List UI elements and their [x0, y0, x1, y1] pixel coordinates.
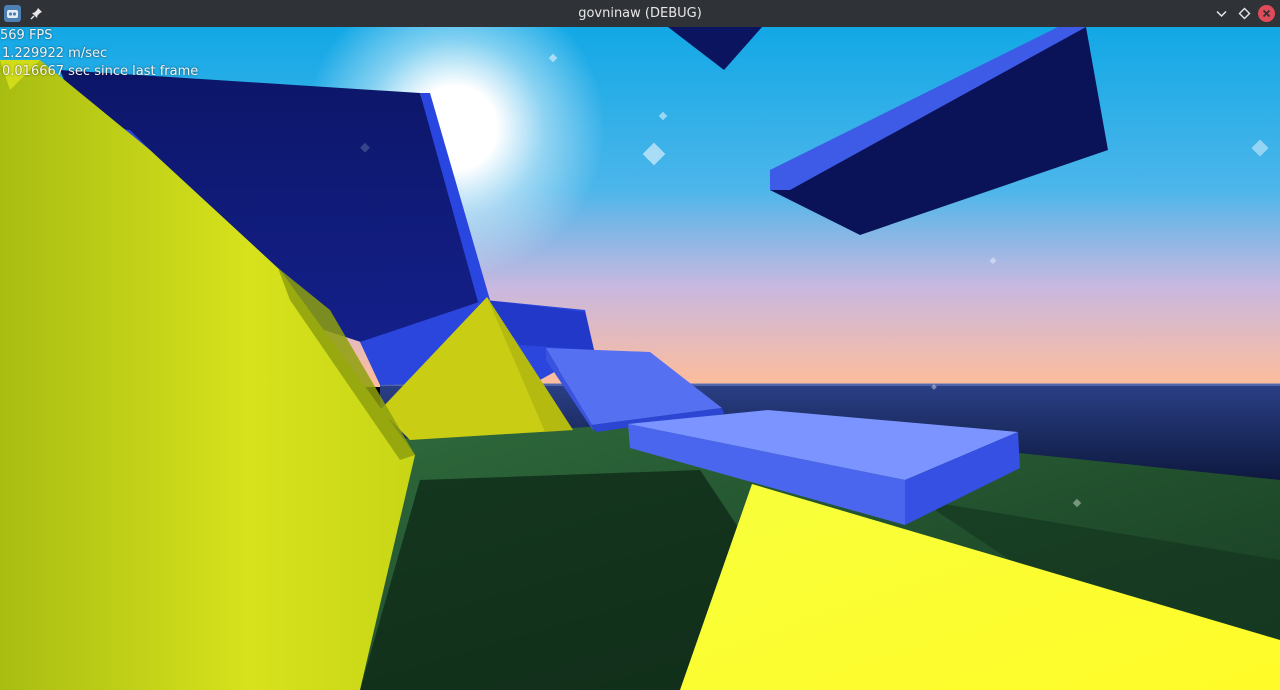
speed-readout: 1.229922 m/sec — [2, 46, 108, 61]
game-scene — [0, 27, 1280, 690]
chevron-down-icon[interactable] — [1213, 5, 1230, 22]
diamond-icon[interactable] — [1236, 5, 1253, 22]
game-window: govninaw (DEBUG) 569 FPS 1.229922 m/sec … — [0, 0, 1280, 690]
game-viewport[interactable] — [0, 27, 1280, 690]
close-icon[interactable] — [1258, 5, 1275, 22]
window-title: govninaw (DEBUG) — [578, 6, 702, 21]
frame-time-readout: 0.016667 sec since last frame — [2, 64, 199, 79]
title-bar[interactable]: govninaw (DEBUG) — [0, 0, 1280, 27]
fps-counter: 569 FPS — [0, 28, 53, 43]
debug-hud: 569 FPS 1.229922 m/sec 0.016667 sec sinc… — [0, 27, 198, 81]
